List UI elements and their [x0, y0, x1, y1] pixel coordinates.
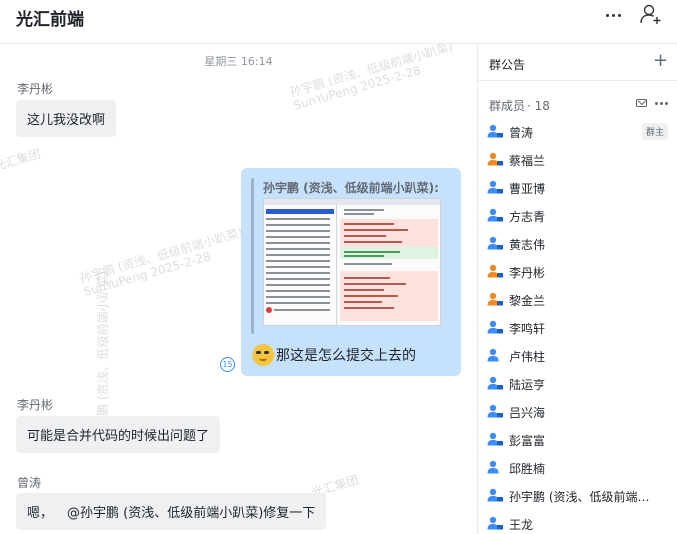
user-avatar-icon — [487, 404, 503, 418]
member-name: 卢伟柱 — [509, 350, 546, 364]
member-name: 李鸣轩 — [509, 322, 546, 336]
quoted-author: 孙宇鹏 (资浅、低级前端小趴菜): — [263, 181, 439, 195]
user-avatar-icon — [487, 208, 503, 222]
code-diff-thumbnail — [264, 199, 440, 325]
member-name: 王龙 — [509, 518, 534, 532]
members-header: 群成员 · 18 — [489, 99, 550, 113]
user-avatar-icon — [487, 488, 503, 502]
message-bubble[interactable]: 可能是合并代码的时候出问题了 — [16, 416, 221, 453]
plus-icon[interactable]: + — [653, 52, 668, 70]
group-notice-label: 群公告 — [489, 58, 526, 72]
user-avatar-icon — [487, 264, 503, 278]
member-name: 蔡福兰 — [509, 154, 546, 168]
member-name: 黎金兰 — [509, 294, 546, 308]
mention-link[interactable]: @孙宇鹏 (资浅、低级前端小趴菜) — [67, 502, 263, 521]
member-name: 方志青 — [509, 210, 546, 224]
awkward-face-emoji-icon — [252, 344, 274, 366]
watermark: 孙宇鹏 (资浅、低级前端小趴菜) SunYuPeng 2025-2-28 — [78, 225, 245, 299]
message-bubble[interactable]: 嗯， @孙宇鹏 (资浅、低级前端小趴菜) 修复一下 — [16, 493, 327, 530]
member-item[interactable]: 彭富富 — [478, 426, 677, 454]
members-more-button[interactable] — [655, 102, 668, 105]
user-avatar-icon — [487, 292, 503, 306]
user-avatar-icon — [487, 348, 499, 362]
message-sender[interactable]: 曾涛 — [17, 474, 41, 491]
message-sender[interactable]: 李丹彬 — [17, 396, 53, 413]
member-item[interactable]: 黎金兰 — [478, 286, 677, 314]
message-text: 那这是怎么提交上去的 — [276, 348, 416, 364]
member-name: 曾涛 — [509, 126, 534, 140]
member-item[interactable]: 方志青 — [478, 202, 677, 230]
watermark: 孙宇鹏 (资浅、低级前端小趴菜) — [96, 270, 110, 440]
user-avatar-icon — [487, 236, 503, 250]
user-avatar-icon — [487, 460, 499, 474]
member-item[interactable]: 王龙 — [478, 510, 677, 534]
member-name: 吕兴海 — [509, 406, 546, 420]
member-item[interactable]: 黄志伟 — [478, 230, 677, 258]
user-avatar-icon — [487, 124, 503, 138]
reply-line: 那这是怎么提交上去的 — [252, 344, 416, 366]
member-item[interactable]: 孙宇鹏 (资浅、低级前端… — [478, 482, 677, 510]
member-item[interactable]: 卢伟柱 — [478, 342, 677, 370]
role-badge: 群主 — [642, 123, 669, 140]
more-horizontal-icon — [655, 102, 658, 105]
member-name: 彭富富 — [509, 434, 546, 448]
user-avatar-icon — [487, 152, 503, 166]
member-item[interactable]: 曾涛 群主 — [478, 118, 677, 146]
more-options-button[interactable] — [598, 4, 628, 26]
message-text: 这儿我没改啊 — [27, 113, 106, 128]
member-item[interactable]: 吕兴海 — [478, 398, 677, 426]
quoted-screenshot-image[interactable] — [263, 198, 441, 326]
group-notice-section[interactable]: 群公告 + — [478, 44, 677, 81]
user-avatar-icon — [487, 432, 503, 446]
member-item[interactable]: 李丹彬 — [478, 258, 677, 286]
group-info-sidebar: 群公告 + 群成员 · 18 曾涛 群主蔡福兰曹亚博方志青黄志伟李丹彬黎金兰李鸣轩卢… — [477, 44, 677, 534]
member-name: 邱胜楠 — [509, 462, 546, 476]
message-text: 嗯， — [27, 506, 54, 521]
members-count: · 18 — [527, 99, 550, 113]
quote-bar — [251, 178, 254, 334]
own-message-bubble[interactable]: 孙宇鹏 (资浅、低级前端小趴菜): 那这是怎么提交上去的 — [241, 168, 461, 376]
message-sender[interactable]: 李丹彬 — [17, 80, 53, 97]
message-text: 可能是合并代码的时候出问题了 — [27, 429, 210, 444]
message-timestamp: 星期三 16:14 — [204, 55, 273, 68]
read-receipt-count[interactable]: 15 — [220, 357, 235, 372]
member-item[interactable]: 李鸣轩 — [478, 314, 677, 342]
user-avatar-icon — [487, 376, 503, 390]
user-add-icon — [640, 4, 661, 24]
user-avatar-icon — [487, 180, 503, 194]
member-name: 陆运亨 — [509, 378, 546, 392]
member-item[interactable]: 陆运亨 — [478, 370, 677, 398]
member-name: 李丹彬 — [509, 266, 546, 280]
chat-header: 光汇前端 — [0, 0, 677, 44]
member-item[interactable]: 曹亚博 — [478, 174, 677, 202]
group-title: 光汇前端 — [16, 10, 84, 30]
member-name: 黄志伟 — [509, 238, 546, 252]
member-name: 曹亚博 — [509, 182, 546, 196]
message-list[interactable]: 孙宇鹏 (资浅、低级前端小趴菜) SunYuPeng 2025-2-28 孙宇鹏 … — [0, 44, 477, 534]
watermark: 光汇集团 — [0, 146, 43, 174]
message-text: 修复一下 — [263, 506, 316, 521]
mail-icon[interactable] — [636, 99, 647, 107]
more-horizontal-icon — [605, 13, 609, 17]
member-item[interactable]: 邱胜楠 — [478, 454, 677, 482]
message-bubble[interactable]: 这儿我没改啊 — [16, 100, 117, 137]
user-avatar-icon — [487, 320, 503, 334]
member-item[interactable]: 蔡福兰 — [478, 146, 677, 174]
member-name: 孙宇鹏 (资浅、低级前端… — [509, 490, 650, 504]
add-member-button[interactable] — [638, 2, 664, 26]
user-avatar-icon — [487, 516, 503, 530]
